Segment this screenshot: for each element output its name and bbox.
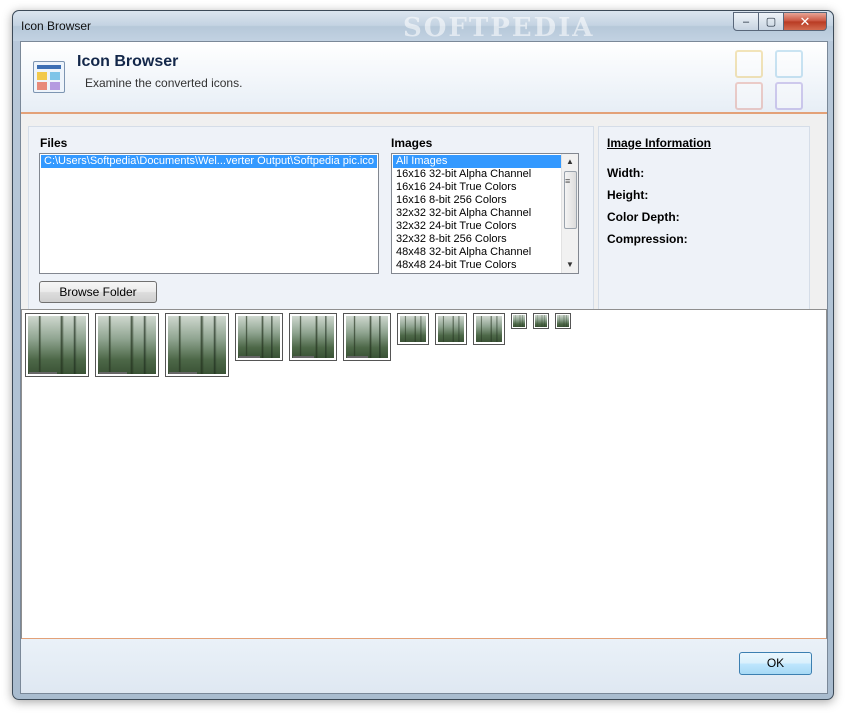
maximize-icon: ▢ <box>765 16 777 28</box>
title-bar[interactable]: Icon Browser SOFTPEDIA – ▢ ✕ <box>13 11 833 43</box>
height-label: Height: <box>607 188 649 202</box>
image-information-panel: Image Information Width: Height: Color D… <box>598 126 810 310</box>
images-label: Images <box>391 136 433 150</box>
images-list-item[interactable]: 32x32 32-bit Alpha Channel <box>393 207 561 220</box>
scrollbar-grip-icon: ≡ <box>565 176 571 186</box>
dialog-header: Icon Browser Examine the converted icons… <box>21 42 827 114</box>
images-scrollbar[interactable]: ▲ ≡ ▼ <box>561 154 578 273</box>
color-depth-label: Color Depth: <box>607 210 680 224</box>
browse-folder-button[interactable]: Browse Folder <box>39 281 157 303</box>
minimize-button[interactable]: – <box>733 12 759 31</box>
icon-thumbnail[interactable] <box>511 313 527 329</box>
images-list-item[interactable]: 32x32 8-bit 256 Colors <box>393 233 561 246</box>
images-list-item[interactable]: 32x32 24-bit True Colors <box>393 220 561 233</box>
files-listbox[interactable]: C:\Users\Softpedia\Documents\Wel...verte… <box>39 153 379 274</box>
icon-thumbnail[interactable] <box>533 313 549 329</box>
images-list-item[interactable]: All Images <box>393 155 561 168</box>
icon-thumbnail[interactable] <box>95 313 159 377</box>
icon-thumbnail[interactable] <box>289 313 337 361</box>
dialog-footer: OK <box>21 639 827 693</box>
header-title: Icon Browser <box>77 53 179 70</box>
caption-buttons: – ▢ ✕ <box>733 12 827 31</box>
icon-thumbnail[interactable] <box>397 313 429 345</box>
files-label: Files <box>40 136 68 150</box>
files-list-item[interactable]: C:\Users\Softpedia\Documents\Wel...verte… <box>41 155 377 168</box>
scroll-up-arrow-icon[interactable]: ▲ <box>562 154 578 170</box>
images-list-item[interactable]: 16x16 24-bit True Colors <box>393 181 561 194</box>
images-list-item[interactable]: 16x16 8-bit 256 Colors <box>393 194 561 207</box>
scroll-down-arrow-icon[interactable]: ▼ <box>562 257 578 273</box>
icon-browser-window: Icon Browser SOFTPEDIA – ▢ ✕ Icon Browse… <box>12 10 834 700</box>
icon-thumbnail[interactable] <box>555 313 571 329</box>
width-label: Width: <box>607 166 645 180</box>
icon-thumbnail[interactable] <box>165 313 229 377</box>
icon-thumbnails-area[interactable] <box>21 309 827 640</box>
icon-thumbnail[interactable] <box>473 313 505 345</box>
compression-label: Compression: <box>607 232 688 246</box>
ok-button[interactable]: OK <box>739 652 812 675</box>
images-listbox[interactable]: All Images 16x16 32-bit Alpha Channel 16… <box>391 153 579 274</box>
images-list-item[interactable]: 16x16 32-bit Alpha Channel <box>393 168 561 181</box>
image-information-title: Image Information <box>607 136 712 150</box>
minimize-icon: – <box>742 15 750 28</box>
close-button[interactable]: ✕ <box>783 12 827 31</box>
icon-browser-app-icon <box>33 61 65 93</box>
window-title: Icon Browser <box>21 19 92 33</box>
icon-thumbnail[interactable] <box>25 313 89 377</box>
header-decoration-icon <box>729 46 813 112</box>
images-list-item[interactable]: 48x48 24-bit True Colors <box>393 259 561 272</box>
close-icon: ✕ <box>799 13 811 29</box>
dialog-client-area: Icon Browser Examine the converted icons… <box>20 41 828 694</box>
maximize-button[interactable]: ▢ <box>758 12 784 31</box>
images-list-item[interactable]: 48x48 32-bit Alpha Channel <box>393 246 561 259</box>
icon-thumbnail[interactable] <box>435 313 467 345</box>
icon-thumbnail[interactable] <box>235 313 283 361</box>
icon-thumbnail[interactable] <box>343 313 391 361</box>
header-subtitle: Examine the converted icons. <box>85 76 243 90</box>
files-images-panel: Files C:\Users\Softpedia\Documents\Wel..… <box>28 126 594 310</box>
softpedia-watermark: SOFTPEDIA <box>403 13 595 43</box>
